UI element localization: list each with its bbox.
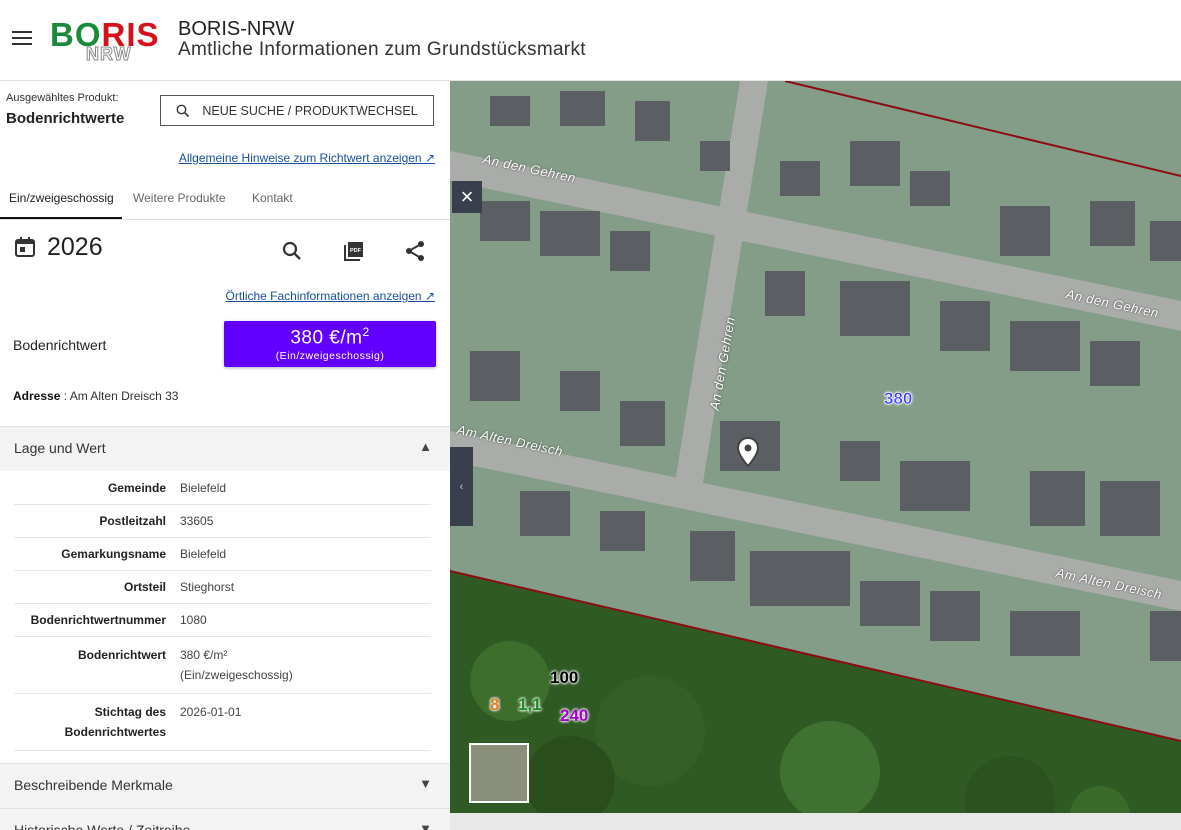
section-label: Lage und Wert [14,440,106,456]
product-value: Bodenrichtwerte [6,110,125,127]
row-value-line1: 380 €/m² [180,648,228,662]
map-label-100: 100 [550,668,579,687]
product-label: Ausgewähltes Produkt: [6,92,119,104]
address: Adresse : Am Alten Dreisch 33 [13,389,178,403]
table-row: Postleitzahl 33605 [14,504,431,538]
row-key: Gemarkungsname [14,537,174,571]
row-value: Bielefeld [174,537,431,571]
year-title: 2026 [47,233,103,261]
map-label-8: 8 [490,695,500,714]
tab-bar: Ein/zweigeschossig Weitere Produkte Kont… [0,181,450,220]
search-icon [176,104,190,117]
bodenrichtwert-sub: (Ein/zweigeschossig) [275,350,385,363]
chevron-down-icon: ▼ [419,776,432,791]
new-search-label: NEUE SUCHE / PRODUKTWECHSEL [202,103,418,118]
boris-logo[interactable]: BORIS NRW [50,18,160,68]
search-icon[interactable] [280,239,304,263]
sidebar: Ausgewähltes Produkt: Bodenrichtwerte NE… [0,81,450,830]
bodenrichtwert-value: 380 €/m [290,327,363,349]
app-title: BORIS-NRW [178,18,295,40]
table-row: Gemarkungsname Bielefeld [14,537,431,571]
map-pin-icon [737,437,759,467]
tab-ein-zweigeschossig[interactable]: Ein/zweigeschossig [9,191,114,205]
app-subtitle: Amtliche Informationen zum Grundstücksma… [178,39,586,60]
section-lage-und-wert[interactable]: Lage und Wert ▲ [0,426,450,471]
table-row: Bodenrichtwert 380 €/m² (Ein/zweigeschossi… [14,636,431,694]
table-row: Bodenrichtwertnummer 1080 [14,603,431,637]
calendar-icon [15,237,35,257]
bodenrichtwert-badge: 380 €/m2 (Ein/zweigeschossig) [224,321,436,367]
row-value: 2026-01-01 [174,693,431,751]
row-value: Bielefeld [174,472,431,505]
address-value: : Am Alten Dreisch 33 [60,389,179,403]
table-row: Ortsteil Stieghorst [14,570,431,604]
new-search-button[interactable]: NEUE SUCHE / PRODUKTWECHSEL [160,95,434,126]
bodenrichtwert-label: Bodenrichtwert [13,337,107,353]
chevron-down-icon: ▼ [419,821,432,830]
row-value: 33605 [174,504,431,538]
share-icon[interactable] [403,239,427,263]
zone-value-label[interactable]: 380 [884,389,913,409]
row-key-line2: Bodenrichtwertes [64,725,166,739]
section-label: Beschreibende Merkmale [14,777,173,793]
row-key: Bodenrichtwert [14,636,174,694]
active-tab-indicator [0,217,122,219]
row-key: Ortsteil [14,570,174,604]
chevron-up-icon: ▲ [419,439,432,454]
row-key: Gemeinde [14,472,174,505]
section-historische-werte[interactable]: Historische Werte / Zeitreihe ▼ [0,808,450,830]
basemap-switcher-thumbnail[interactable] [469,743,529,803]
unit-superscript: 2 [362,325,370,339]
row-value-line2: (Ein/zweigeschossig) [180,668,293,682]
row-value: 380 €/m² (Ein/zweigeschossig) [174,636,431,694]
section-beschreibende-merkmale[interactable]: Beschreibende Merkmale ▼ [0,763,450,808]
map-footer-bar [450,813,1181,830]
row-value: Stieghorst [174,570,431,604]
tab-weitere-produkte[interactable]: Weitere Produkte [133,191,226,205]
map-label-240: 240 [560,706,589,725]
row-key: Stichtag des Bodenrichtwertes [14,693,174,751]
section-label: Historische Werte / Zeitreihe [14,822,191,830]
pdf-icon[interactable]: PDF [342,239,366,263]
svg-text:PDF: PDF [350,248,362,254]
row-key: Bodenrichtwertnummer [14,603,174,637]
local-info-link[interactable]: Örtliche Fachinformationen anzeigen ↗ [226,289,436,303]
map-label-1-1: 1,1 [518,695,542,714]
details-table: Gemeinde Bielefeld Postleitzahl 33605 Gema… [14,472,431,751]
app-header: BORIS NRW BORIS-NRW Amtliche Information… [0,0,1181,81]
row-value: 1080 [174,603,431,637]
tab-kontakt[interactable]: Kontakt [252,191,293,205]
address-label: Adresse [13,389,61,403]
table-row: Gemeinde Bielefeld [14,472,431,505]
menu-icon[interactable] [12,27,32,49]
collapse-sidebar-button[interactable]: ‹ [450,447,473,526]
row-key: Postleitzahl [14,504,174,538]
row-key-line1: Stichtag des [94,705,166,719]
close-icon[interactable]: × [452,181,482,213]
logo-nrw: NRW [86,44,132,65]
general-hints-link[interactable]: Allgemeine Hinweise zum Richtwert anzeig… [179,151,435,165]
table-row: Stichtag des Bodenrichtwertes 2026-01-01 [14,693,431,751]
